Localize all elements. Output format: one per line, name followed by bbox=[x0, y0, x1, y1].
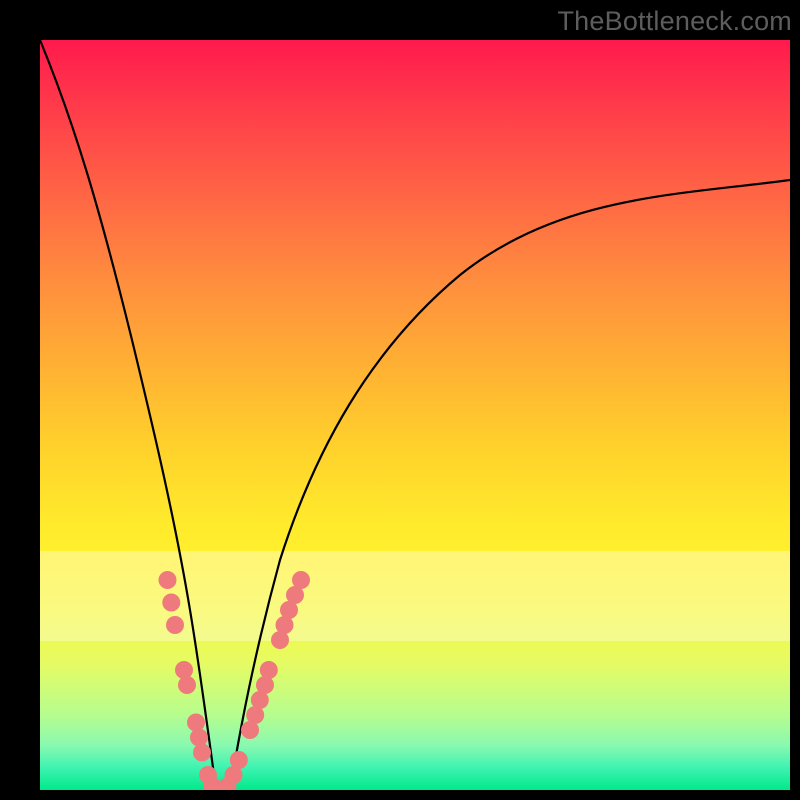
watermark-text: TheBottleneck.com bbox=[557, 6, 792, 37]
data-marker bbox=[260, 661, 278, 679]
data-marker bbox=[292, 571, 310, 589]
plot-area bbox=[40, 40, 790, 790]
data-marker bbox=[190, 729, 208, 747]
data-marker bbox=[162, 594, 180, 612]
data-marker bbox=[193, 744, 211, 762]
marker-group bbox=[159, 571, 311, 790]
data-marker bbox=[175, 661, 193, 679]
data-marker bbox=[178, 676, 196, 694]
chart-frame: TheBottleneck.com bbox=[0, 0, 800, 800]
right-curve bbox=[230, 180, 790, 790]
data-marker bbox=[230, 751, 248, 769]
chart-svg bbox=[40, 40, 790, 790]
data-marker bbox=[187, 714, 205, 732]
data-marker bbox=[256, 676, 274, 694]
data-marker bbox=[166, 616, 184, 634]
data-marker bbox=[159, 571, 177, 589]
